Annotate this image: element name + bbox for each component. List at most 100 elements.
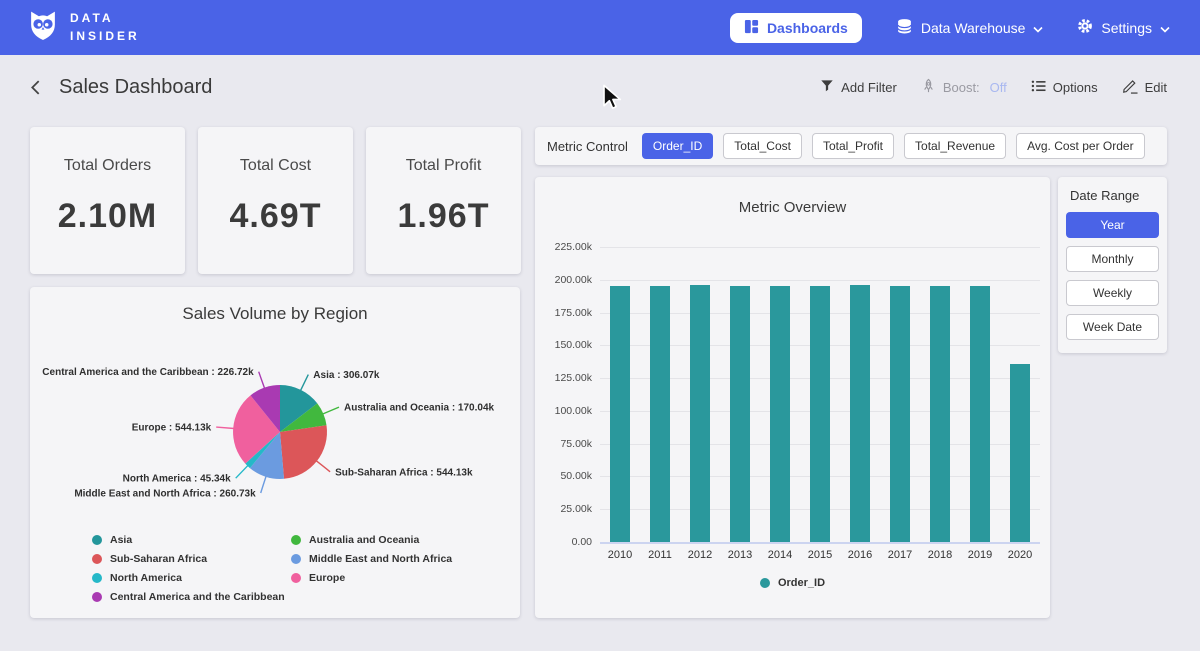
options-button[interactable]: Options	[1031, 79, 1098, 96]
y-axis-tick: 0.00	[536, 536, 592, 548]
y-axis-tick: 75.00k	[536, 438, 592, 450]
owl-logo-icon	[28, 9, 58, 46]
dashboards-button[interactable]: Dashboards	[730, 13, 862, 43]
bar-chart: 225.00k200.00k175.00k150.00k125.00k100.0…	[600, 247, 1040, 542]
date-range-button-monthly[interactable]: Monthly	[1066, 246, 1159, 272]
x-axis-label: 2010	[600, 549, 640, 561]
metric-control-buttons: Order_ID Total_Cost Total_Profit Total_Reve…	[642, 133, 1145, 159]
pie-label-sub-saharan-africa: Sub-Saharan Africa : 544.13k	[335, 467, 473, 478]
kpi-card-total-orders: Total Orders 2.10M	[30, 127, 185, 274]
date-range-panel: Date Range Year Monthly Weekly Week Date	[1058, 177, 1167, 353]
pie-legend: Asia Australia and Oceania Sub-Saharan Afr…	[92, 534, 452, 603]
bar-2018[interactable]	[930, 286, 950, 542]
pie-legend-item-central-america-and-the-caribbean[interactable]: Central America and the Caribbean	[92, 591, 287, 603]
date-range-button-week-date[interactable]: Week Date	[1066, 314, 1159, 340]
legend-dot	[92, 573, 102, 583]
gear-icon	[1077, 18, 1093, 37]
legend-dot	[92, 592, 102, 602]
edit-label: Edit	[1145, 80, 1167, 95]
pie-label-north-america: North America : 45.34k	[123, 474, 231, 485]
back-button[interactable]	[30, 79, 41, 96]
bar-2020[interactable]	[1010, 364, 1030, 542]
legend-dot	[291, 535, 301, 545]
boost-value: Off	[990, 80, 1007, 95]
bar-legend-label: Order_ID	[778, 577, 825, 589]
legend-dot	[291, 573, 301, 583]
date-range-label: Date Range	[1070, 188, 1159, 203]
boost-toggle[interactable]: Boost: Off	[921, 78, 1007, 97]
bar-2017[interactable]	[890, 286, 910, 542]
settings-label: Settings	[1101, 20, 1152, 36]
date-range-button-year[interactable]: Year	[1066, 212, 1159, 238]
bar-chart-title: Metric Overview	[535, 199, 1050, 216]
kpi-card-total-cost: Total Cost 4.69T	[198, 127, 353, 274]
x-axis-label: 2019	[960, 549, 1000, 561]
pie-legend-label: North America	[110, 572, 182, 584]
pie-legend-label: Central America and the Caribbean	[110, 591, 285, 603]
edit-button[interactable]: Edit	[1122, 78, 1167, 97]
kpi-label: Total Cost	[240, 157, 311, 175]
date-range-button-weekly[interactable]: Weekly	[1066, 280, 1159, 306]
pie-legend-item-middle-east-and-north-africa[interactable]: Middle East and North Africa	[291, 553, 452, 565]
metric-control-bar: Metric Control Order_ID Total_Cost Total_P…	[535, 127, 1167, 165]
kpi-value: 1.96T	[398, 197, 490, 236]
pie-chart: Asia : 306.07kAustralia and Oceania : 17…	[30, 332, 520, 532]
bar-2012[interactable]	[690, 285, 710, 542]
bar-2019[interactable]	[970, 286, 990, 542]
data-warehouse-menu[interactable]: Data Warehouse	[896, 18, 1044, 38]
dashboards-label: Dashboards	[767, 20, 848, 36]
metric-button-total-profit[interactable]: Total_Profit	[812, 133, 894, 159]
metric-control-label: Metric Control	[547, 139, 628, 154]
brand-logo[interactable]: DATA INSIDER	[28, 9, 140, 46]
pie-label-australia-and-oceania: Australia and Oceania : 170.04k	[344, 403, 495, 414]
pie-legend-item-asia[interactable]: Asia	[92, 534, 287, 546]
legend-dot	[760, 578, 770, 588]
x-axis-label: 2020	[1000, 549, 1040, 561]
pie-legend-item-north-america[interactable]: North America	[92, 572, 287, 584]
dashboard-header: Sales Dashboard Add Filter Boost:Off	[0, 55, 1200, 119]
pie-legend-item-europe[interactable]: Europe	[291, 572, 452, 584]
pencil-icon	[1122, 78, 1138, 97]
y-axis-tick: 150.00k	[536, 339, 592, 351]
bar-chart-legend[interactable]: Order_ID	[535, 577, 1050, 589]
x-axis-label: 2014	[760, 549, 800, 561]
pie-legend-item-australia-and-oceania[interactable]: Australia and Oceania	[291, 534, 452, 546]
bar-2014[interactable]	[770, 286, 790, 542]
pie-legend-item-sub-saharan-africa[interactable]: Sub-Saharan Africa	[92, 553, 287, 565]
bar-chart-panel: Metric Overview 225.00k200.00k175.00k150…	[535, 177, 1050, 618]
kpi-label: Total Profit	[406, 157, 482, 175]
top-nav: DATA INSIDER Dashboards	[0, 0, 1200, 55]
pie-label-europe: Europe : 544.13k	[132, 423, 212, 434]
pie-legend-label: Middle East and North Africa	[309, 553, 452, 565]
y-axis-tick: 25.00k	[536, 503, 592, 515]
kpi-label: Total Orders	[64, 157, 151, 175]
x-axis-label: 2015	[800, 549, 840, 561]
chevron-down-icon	[1160, 20, 1170, 36]
boost-label: Boost:	[943, 80, 980, 95]
metric-button-order-id[interactable]: Order_ID	[642, 133, 713, 159]
pie-label-central-america-and-the-caribbean: Central America and the Caribbean : 226.…	[42, 367, 254, 378]
pie-leader-central-america-and-the-caribbean	[259, 372, 265, 389]
bar-2016[interactable]	[850, 285, 870, 542]
gridline	[600, 542, 1040, 544]
bar-2010[interactable]	[610, 286, 630, 542]
bar-2015[interactable]	[810, 286, 830, 542]
metric-button-total-cost[interactable]: Total_Cost	[723, 133, 802, 159]
pie-leader-middle-east-and-north-africa	[261, 476, 267, 493]
settings-menu[interactable]: Settings	[1077, 18, 1170, 37]
bar-2013[interactable]	[730, 286, 750, 542]
metric-button-total-revenue[interactable]: Total_Revenue	[904, 133, 1006, 159]
dashboard-grid-icon	[744, 19, 759, 37]
gridline	[600, 280, 1040, 281]
bar-2011[interactable]	[650, 286, 670, 542]
data-warehouse-label: Data Warehouse	[921, 20, 1026, 36]
x-axis-label: 2012	[680, 549, 720, 561]
options-label: Options	[1053, 80, 1098, 95]
metric-button-avg-cost-per-order[interactable]: Avg. Cost per Order	[1016, 133, 1145, 159]
y-axis-tick: 100.00k	[536, 405, 592, 417]
database-icon	[896, 18, 913, 38]
pie-legend-label: Sub-Saharan Africa	[110, 553, 207, 565]
y-axis-tick: 175.00k	[536, 307, 592, 319]
add-filter-button[interactable]: Add Filter	[820, 79, 897, 96]
pie-slice-sub-saharan-africa[interactable]	[280, 425, 327, 479]
